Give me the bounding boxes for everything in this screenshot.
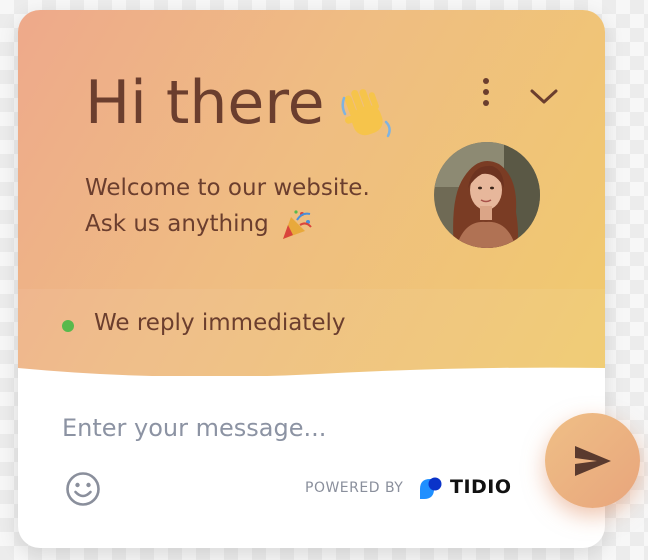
header-top bbox=[18, 10, 605, 289]
party-popper-icon bbox=[282, 209, 312, 239]
welcome-line-1: Welcome to our website. bbox=[85, 175, 370, 201]
welcome-message: Welcome to our website. Ask us anything bbox=[85, 170, 370, 242]
waving-hand-icon bbox=[341, 89, 391, 138]
chat-widget: Hi there Welcome to our website. Ask us … bbox=[18, 10, 605, 548]
more-options-button[interactable] bbox=[474, 76, 498, 108]
header-wave-divider bbox=[18, 367, 605, 390]
send-icon bbox=[575, 446, 611, 476]
tidio-logo-icon[interactable] bbox=[418, 475, 444, 501]
reply-status-text: We reply immediately bbox=[94, 310, 346, 336]
minimize-chevron-button[interactable] bbox=[528, 84, 560, 108]
powered-by-label[interactable]: POWERED BY bbox=[305, 480, 403, 496]
tidio-brand-name[interactable]: TIDIO bbox=[450, 476, 512, 498]
online-status-dot bbox=[62, 320, 74, 332]
agent-avatar bbox=[434, 142, 540, 248]
welcome-line-2: Ask us anything bbox=[85, 211, 269, 237]
send-button[interactable] bbox=[545, 413, 640, 508]
message-input[interactable] bbox=[62, 408, 492, 448]
emoji-picker-button[interactable] bbox=[64, 470, 102, 508]
welcome-line-2-wrap: Ask us anything bbox=[85, 206, 370, 242]
chat-header: Hi there Welcome to our website. Ask us … bbox=[18, 10, 605, 376]
greeting-title: Hi there bbox=[85, 68, 325, 138]
